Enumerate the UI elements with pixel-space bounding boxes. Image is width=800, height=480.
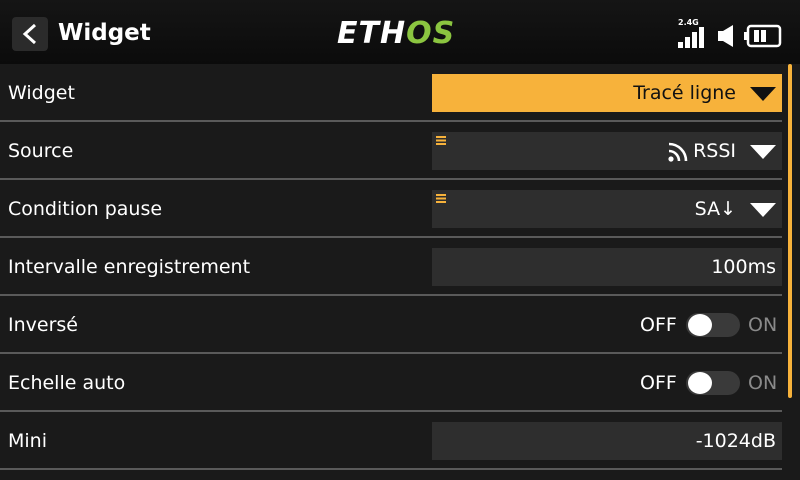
- scrollbar[interactable]: [788, 64, 792, 398]
- inverted-toggle[interactable]: [686, 313, 740, 337]
- ethos-logo: ETHOS: [337, 17, 455, 51]
- logo-text-right: OS: [406, 16, 456, 51]
- volume-icon: [718, 25, 733, 47]
- widget-type-value: Tracé ligne: [633, 82, 736, 104]
- back-arrow-icon: [22, 23, 37, 45]
- inverted-label: Inversé: [8, 314, 78, 336]
- record-interval-label: Intervalle enregistrement: [8, 256, 251, 278]
- toggle-knob: [688, 314, 712, 336]
- source-label: Source: [8, 140, 74, 162]
- header-bar: Widget ETHOS 2.4G: [0, 0, 800, 64]
- toggle-off-label: OFF: [640, 372, 677, 394]
- row-auto-scale: Echelle auto OFF ON: [0, 354, 782, 412]
- dropdown-arrow-icon: [750, 87, 776, 101]
- dropdown-arrow-icon: [750, 145, 776, 159]
- row-inverted: Inversé OFF ON: [0, 296, 782, 354]
- toggle-off-label: OFF: [640, 314, 677, 336]
- source-dropdown[interactable]: RSSI: [432, 132, 782, 170]
- rss-icon: [668, 142, 688, 162]
- row-widget: Widget Tracé ligne: [0, 64, 782, 122]
- row-divider: [0, 468, 782, 470]
- record-interval-field[interactable]: 100ms: [432, 248, 782, 286]
- auto-scale-toggle[interactable]: [686, 371, 740, 395]
- row-min: Mini -1024dB: [0, 412, 782, 470]
- record-interval-value: 100ms: [711, 256, 776, 278]
- row-source: Source RSSI: [0, 122, 782, 180]
- menu-lines-icon: [436, 194, 446, 203]
- widget-type-dropdown[interactable]: Tracé ligne: [432, 74, 782, 112]
- source-value: RSSI: [693, 140, 736, 162]
- menu-lines-icon: [436, 136, 446, 145]
- back-button[interactable]: [12, 17, 48, 51]
- min-value: -1024dB: [695, 430, 776, 452]
- logo-text-left: ETH: [337, 16, 407, 51]
- condition-pause-value: SA↓: [694, 198, 736, 220]
- dropdown-arrow-icon: [750, 203, 776, 217]
- widget-label: Widget: [8, 82, 75, 104]
- toggle-knob: [688, 372, 712, 394]
- page-title: Widget: [58, 20, 151, 46]
- settings-list: Widget Tracé ligne Source RSSI Condition…: [0, 64, 800, 480]
- auto-scale-label: Echelle auto: [8, 372, 126, 394]
- row-record-interval: Intervalle enregistrement 100ms: [0, 238, 782, 296]
- min-value-field[interactable]: -1024dB: [432, 422, 782, 460]
- battery-icon: [744, 24, 782, 48]
- toggle-on-label: ON: [748, 314, 778, 336]
- condition-pause-label: Condition pause: [8, 198, 163, 220]
- toggle-on-label: ON: [748, 372, 778, 394]
- signal-bars-icon: [678, 27, 704, 48]
- row-condition-pause: Condition pause SA↓: [0, 180, 782, 238]
- min-label: Mini: [8, 430, 47, 452]
- condition-pause-dropdown[interactable]: SA↓: [432, 190, 782, 228]
